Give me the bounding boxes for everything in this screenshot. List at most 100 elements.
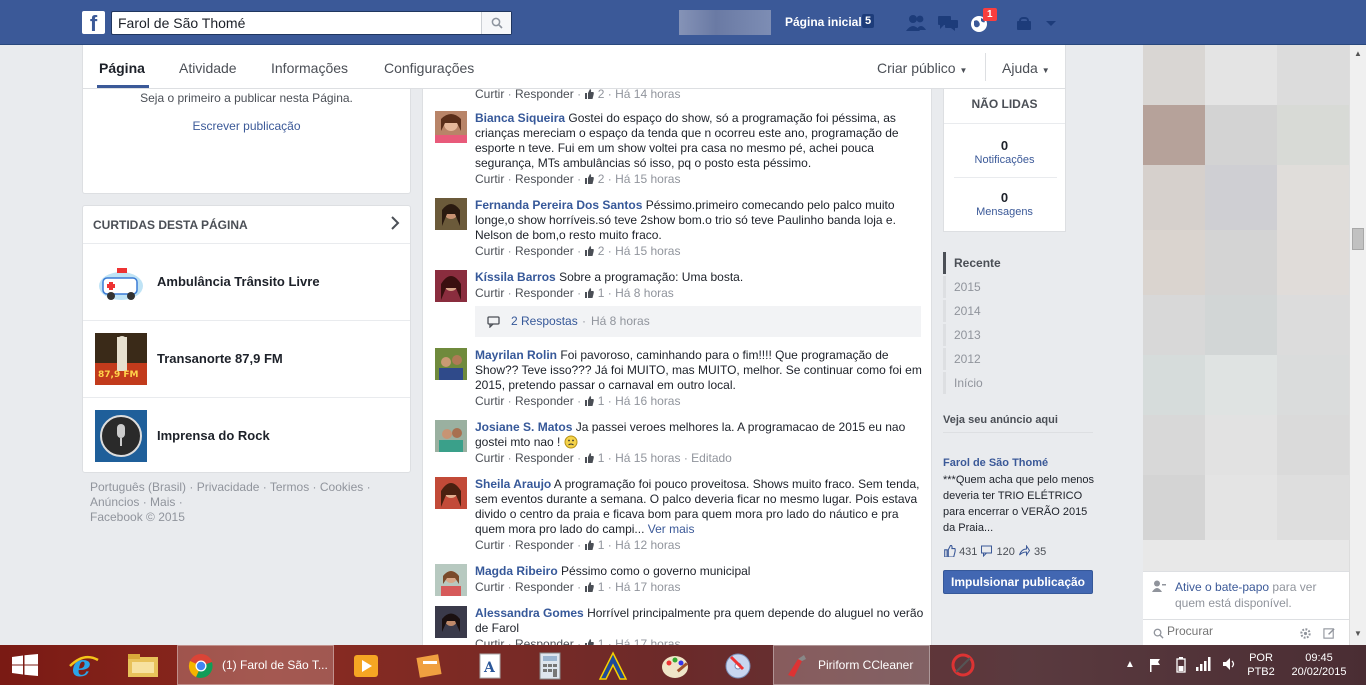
comment-time[interactable]: Há 17 horas [615,580,680,594]
ad-section-title[interactable]: Veja seu anúncio aqui [943,414,1058,426]
timeline-year-2013[interactable]: 2013 [943,324,1073,346]
footer-language[interactable]: Português (Brasil) [90,480,186,494]
comment-time[interactable]: Há 17 horas [615,637,680,645]
see-more-link[interactable]: Ver mais [648,522,695,536]
like-link[interactable]: Curtir [475,394,504,408]
like-link[interactable]: Curtir [475,172,504,186]
reply-link[interactable]: Responder [515,637,574,645]
like-link[interactable]: Curtir [475,244,504,258]
scroll-down-arrow-icon[interactable]: ▼ [1354,629,1362,638]
battery-icon[interactable] [1176,657,1186,673]
media-player-taskbar-icon[interactable] [342,645,392,685]
friend-requests-icon[interactable] [905,13,927,33]
tab-configuracoes[interactable]: Configurações [384,60,474,76]
timeline-year-2014[interactable]: 2014 [943,300,1073,322]
enable-chat-link[interactable]: Ative o bate-papo [1175,580,1269,594]
chat-search-input[interactable] [1167,624,1287,638]
document-taskbar-icon[interactable]: A [465,645,515,685]
liked-page-item[interactable]: Ambulância Trânsito Livre [83,243,410,320]
comment-author[interactable]: Mayrilan Rolin [475,348,557,362]
privacy-shortcuts-icon[interactable] [1015,13,1035,33]
reply-link[interactable]: Responder [515,538,574,552]
reply-link[interactable]: Responder [515,244,574,258]
ad-page-name[interactable]: Farol de São Thomé [943,457,1048,469]
footer-more[interactable]: Mais [150,495,175,509]
ad-comments[interactable]: 120 [997,546,1015,558]
comment-author[interactable]: Sheila Araujo [475,477,551,491]
search-input[interactable] [112,12,482,34]
timeline-year-recente[interactable]: Recente [943,252,1073,274]
tab-pagina[interactable]: Página [99,60,145,76]
chrome-taskbar-button[interactable]: (1) Farol de São T... [177,645,334,685]
edited-label[interactable]: Editado [691,451,732,465]
ad-shares[interactable]: 35 [1034,546,1046,558]
reply-link[interactable]: Responder [515,394,574,408]
facebook-logo[interactable]: f [82,11,105,36]
like-link[interactable]: Curtir [475,580,504,594]
footer-ads[interactable]: Anúncios [90,495,139,509]
messages-link[interactable]: Mensagens [944,206,1065,218]
search-button[interactable] [481,12,511,34]
comment-author[interactable]: Kíssila Barros [475,270,556,284]
gear-icon[interactable] [1299,627,1312,640]
app-taskbar-icon[interactable] [405,645,455,685]
calculator-taskbar-icon[interactable] [525,645,575,685]
user-profile-link[interactable] [679,10,771,35]
replies-bar[interactable]: 2 Respostas · Há 8 horas [475,306,921,337]
comment-time[interactable]: Há 14 horas [615,89,680,101]
home-link[interactable]: Página inicial [785,15,862,29]
comment-time[interactable]: Há 15 horas [615,244,680,258]
like-link[interactable]: Curtir [475,89,504,101]
disc-burner-taskbar-icon[interactable] [713,645,763,685]
comment-author[interactable]: Bianca Siqueira [475,111,565,125]
criar-publico-dropdown[interactable]: Criar público ▼ [877,60,967,76]
comment-time[interactable]: Há 15 horas [615,172,680,186]
signal-bars-icon[interactable] [1196,657,1212,671]
reply-link[interactable]: Responder [515,580,574,594]
footer-cookies[interactable]: Cookies [320,480,363,494]
avatar[interactable] [435,564,467,596]
scroll-up-arrow-icon[interactable]: ▲ [1354,49,1362,58]
system-clock[interactable]: 09:45 20/02/2015 [1286,651,1352,679]
comment-author[interactable]: Josiane S. Matos [475,420,572,434]
notifications-link[interactable]: Notificações [944,154,1065,166]
comment-time[interactable]: Há 15 horas [615,451,680,465]
avatar[interactable] [435,198,467,230]
footer-terms[interactable]: Termos [270,480,309,494]
avatar[interactable] [435,477,467,509]
avatar[interactable] [435,420,467,452]
comment-author[interactable]: Magda Ribeiro [475,564,558,578]
action-center-flag-icon[interactable] [1148,658,1162,672]
ccleaner-taskbar-button[interactable]: Piriform CCleaner [773,645,930,685]
timeline-year-2015[interactable]: 2015 [943,276,1073,298]
windows-start-button[interactable] [0,645,50,685]
write-post-link[interactable]: Escrever publicação [83,119,410,133]
avatar[interactable] [435,606,467,638]
show-hidden-icons-arrow-icon[interactable]: ▲ [1125,659,1135,670]
tab-informacoes[interactable]: Informações [271,60,348,76]
input-language-indicator[interactable]: POR PTB2 [1245,651,1277,679]
comment-author[interactable]: Alessandra Gomes [475,606,584,620]
comment-time[interactable]: Há 12 horas [615,538,680,552]
boost-post-button[interactable]: Impulsionar publicação [943,570,1093,594]
avatar[interactable] [435,270,467,302]
timeline-year-2012[interactable]: 2012 [943,348,1073,370]
file-explorer-taskbar-icon[interactable] [118,645,168,685]
avatar[interactable] [435,111,467,143]
messages-icon[interactable] [937,13,959,33]
like-link[interactable]: Curtir [475,538,504,552]
reply-link[interactable]: Responder [515,89,574,101]
timeline-year-inicio[interactable]: Início [943,372,1073,394]
chevron-right-icon[interactable] [390,216,400,233]
search-box[interactable] [111,11,512,35]
footer-privacy[interactable]: Privacidade [197,480,260,494]
scrollbar-thumb[interactable] [1352,228,1364,250]
reply-link[interactable]: Responder [515,451,574,465]
volume-icon[interactable] [1222,657,1238,671]
replies-count[interactable]: 2 Respostas [511,314,578,328]
like-link[interactable]: Curtir [475,286,504,300]
ad-likes[interactable]: 431 [959,546,977,558]
reply-link[interactable]: Responder [515,286,574,300]
ccleaner-pinned-taskbar-icon[interactable] [938,645,988,685]
comment-author[interactable]: Fernanda Pereira Dos Santos [475,198,642,212]
